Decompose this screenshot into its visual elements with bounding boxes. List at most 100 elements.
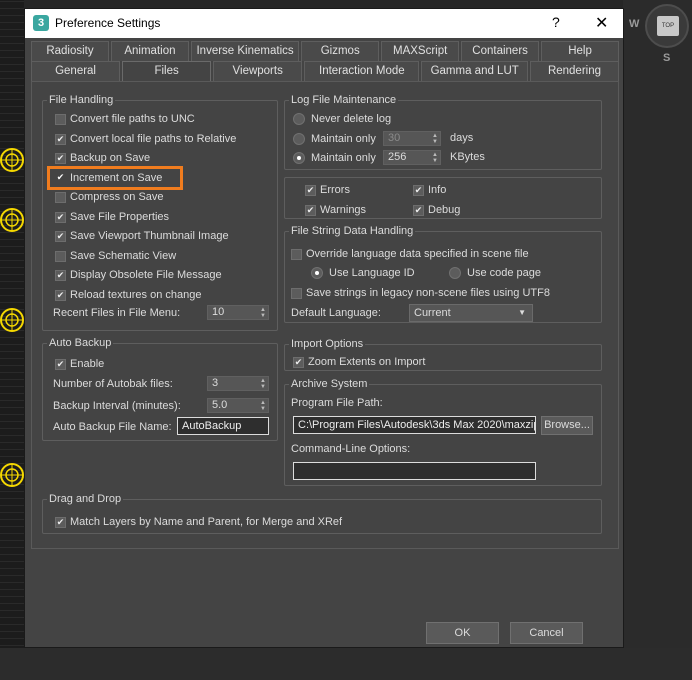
checkbox[interactable] — [55, 113, 66, 125]
radio-button[interactable] — [293, 133, 305, 145]
viewport-right-area — [623, 0, 692, 680]
spinner-arrows-icon[interactable]: ▲ ▼ — [432, 133, 438, 145]
spinner-value: 3 — [212, 377, 219, 389]
checkbox[interactable]: ✔ — [55, 358, 66, 370]
radio-maintain-kbytes[interactable]: Maintain only — [293, 150, 376, 166]
tab-maxscript[interactable]: MAXScript — [381, 41, 460, 61]
option-save-file-properties[interactable]: ✔ Save File Properties — [55, 209, 169, 225]
checkbox[interactable]: ✔ — [55, 230, 66, 242]
tab-rendering[interactable]: Rendering — [529, 61, 620, 81]
tab-general[interactable]: General — [31, 61, 121, 81]
title-bar[interactable]: 3 Preference Settings ? ✕ — [25, 9, 623, 38]
spinner-arrows-icon[interactable]: ▲ ▼ — [432, 152, 438, 164]
checkbox[interactable]: ✔ — [55, 516, 66, 528]
radio-button[interactable] — [311, 267, 323, 279]
browse-button[interactable]: Browse... — [541, 416, 593, 435]
drag-and-drop-title: Drag and Drop — [47, 493, 124, 505]
autobak-files-spinner[interactable]: 3 ▲ ▼ — [207, 376, 269, 391]
checkbox[interactable]: ✔ — [55, 133, 66, 145]
kbytes-spinner[interactable]: 256 ▲ ▼ — [383, 150, 441, 165]
tab-interaction-mode[interactable]: Interaction Mode — [304, 61, 420, 81]
option-convert-unc[interactable]: Convert file paths to UNC — [55, 111, 195, 127]
close-button[interactable]: ✕ — [595, 13, 608, 33]
radio-never-delete[interactable]: Never delete log — [293, 111, 391, 127]
tab-inverse-kinematics[interactable]: Inverse Kinematics — [190, 41, 300, 61]
import-options-title: Import Options — [289, 338, 366, 350]
option-info[interactable]: ✔ Info — [413, 182, 446, 198]
radio-button[interactable] — [293, 113, 305, 125]
option-warnings[interactable]: ✔ Warnings — [305, 202, 366, 218]
option-match-layers[interactable]: ✔ Match Layers by Name and Parent, for Me… — [55, 514, 342, 530]
option-convert-relative[interactable]: ✔ Convert local file paths to Relative — [55, 131, 236, 147]
checkbox[interactable]: ✔ — [55, 152, 66, 164]
checkbox[interactable] — [55, 250, 66, 262]
option-save-schematic[interactable]: Save Schematic View — [55, 248, 176, 264]
auto-backup-group: Auto Backup ✔ Enable Number of Autobak fi… — [42, 337, 278, 441]
tab-gamma-and-lut[interactable]: Gamma and LUT — [421, 61, 528, 81]
checkbox[interactable]: ✔ — [55, 211, 66, 223]
checkbox[interactable]: ✔ — [55, 289, 66, 301]
days-spinner[interactable]: 30 ▲ ▼ — [383, 131, 441, 146]
spinner-arrows-icon[interactable]: ▲ ▼ — [260, 307, 266, 319]
viewcube-top-face[interactable]: TOP — [657, 16, 679, 36]
option-compress-on-save[interactable]: Compress on Save — [55, 189, 164, 205]
checkbox[interactable]: ✔ — [305, 204, 316, 216]
option-reload-textures[interactable]: ✔ Reload textures on change — [55, 287, 201, 303]
checkbox[interactable]: ✔ — [413, 204, 424, 216]
option-backup-on-save[interactable]: ✔ Backup on Save — [55, 150, 150, 166]
tab-row-1: Radiosity Animation Inverse Kinematics G… — [31, 41, 621, 61]
file-handling-title: File Handling — [47, 94, 116, 106]
spinner-arrows-icon[interactable]: ▲ ▼ — [260, 378, 266, 390]
radio-button[interactable] — [449, 267, 461, 279]
option-label: Compress on Save — [70, 191, 164, 203]
option-errors[interactable]: ✔ Errors — [305, 182, 350, 198]
option-label: Zoom Extents on Import — [308, 356, 426, 368]
tab-animation[interactable]: Animation — [110, 41, 189, 61]
tab-containers[interactable]: Containers — [461, 41, 540, 61]
tab-help[interactable]: Help — [541, 41, 620, 61]
option-autobackup-enable[interactable]: ✔ Enable — [55, 356, 104, 372]
file-string-group: File String Data Handling Override langu… — [284, 225, 602, 323]
app-icon: 3 — [33, 15, 49, 31]
tab-files[interactable]: Files — [122, 61, 212, 81]
default-language-label: Default Language: — [291, 307, 381, 319]
radio-use-code-page[interactable]: Use code page — [449, 265, 541, 281]
backup-interval-spinner[interactable]: 5.0 ▲ ▼ — [207, 398, 269, 413]
backup-interval-label: Backup Interval (minutes): — [53, 400, 181, 412]
cancel-button[interactable]: Cancel — [510, 622, 583, 644]
command-line-input[interactable] — [293, 462, 536, 480]
log-file-title: Log File Maintenance — [289, 94, 399, 106]
checkbox[interactable] — [291, 248, 302, 260]
option-override-language[interactable]: Override language data specified in scen… — [291, 246, 529, 262]
checkbox[interactable]: ✔ — [293, 356, 304, 368]
checkbox[interactable]: ✔ — [305, 184, 316, 196]
option-label: Override language data specified in scen… — [306, 248, 529, 260]
ok-button[interactable]: OK — [426, 622, 499, 644]
option-save-thumbnail[interactable]: ✔ Save Viewport Thumbnail Image — [55, 228, 229, 244]
checkbox[interactable]: ✔ — [55, 269, 66, 281]
option-obsolete-message[interactable]: ✔ Display Obsolete File Message — [55, 267, 222, 283]
tab-gizmos[interactable]: Gizmos — [301, 41, 380, 61]
help-button[interactable]: ? — [552, 14, 560, 30]
radio-label: Use code page — [467, 267, 541, 279]
checkbox[interactable] — [291, 287, 302, 299]
radio-button[interactable] — [293, 152, 305, 164]
option-label: Convert local file paths to Relative — [70, 133, 237, 145]
option-debug[interactable]: ✔ Debug — [413, 202, 460, 218]
program-path-input[interactable]: C:\Program Files\Autodesk\3ds Max 2020\m… — [293, 416, 536, 434]
option-save-utf8[interactable]: Save strings in legacy non-scene files u… — [291, 285, 550, 301]
tab-viewports[interactable]: Viewports — [213, 61, 303, 81]
backup-file-name-input[interactable]: AutoBackup — [177, 417, 269, 435]
tab-radiosity[interactable]: Radiosity — [31, 41, 109, 61]
radio-use-language-id[interactable]: Use Language ID — [311, 265, 415, 281]
option-label: Save Viewport Thumbnail Image — [70, 230, 229, 242]
option-zoom-extents[interactable]: ✔ Zoom Extents on Import — [293, 354, 425, 370]
default-language-dropdown[interactable]: Current ▼ — [409, 304, 533, 322]
spinner-arrows-icon[interactable]: ▲ ▼ — [260, 400, 266, 412]
spinner-value: 10 — [212, 306, 225, 318]
radio-maintain-days[interactable]: Maintain only — [293, 131, 376, 147]
recent-files-spinner[interactable]: 10 ▲ ▼ — [207, 305, 269, 320]
checkbox[interactable]: ✔ — [413, 184, 424, 196]
checkbox[interactable] — [55, 191, 66, 203]
viewcube[interactable]: TOP — [645, 4, 689, 48]
